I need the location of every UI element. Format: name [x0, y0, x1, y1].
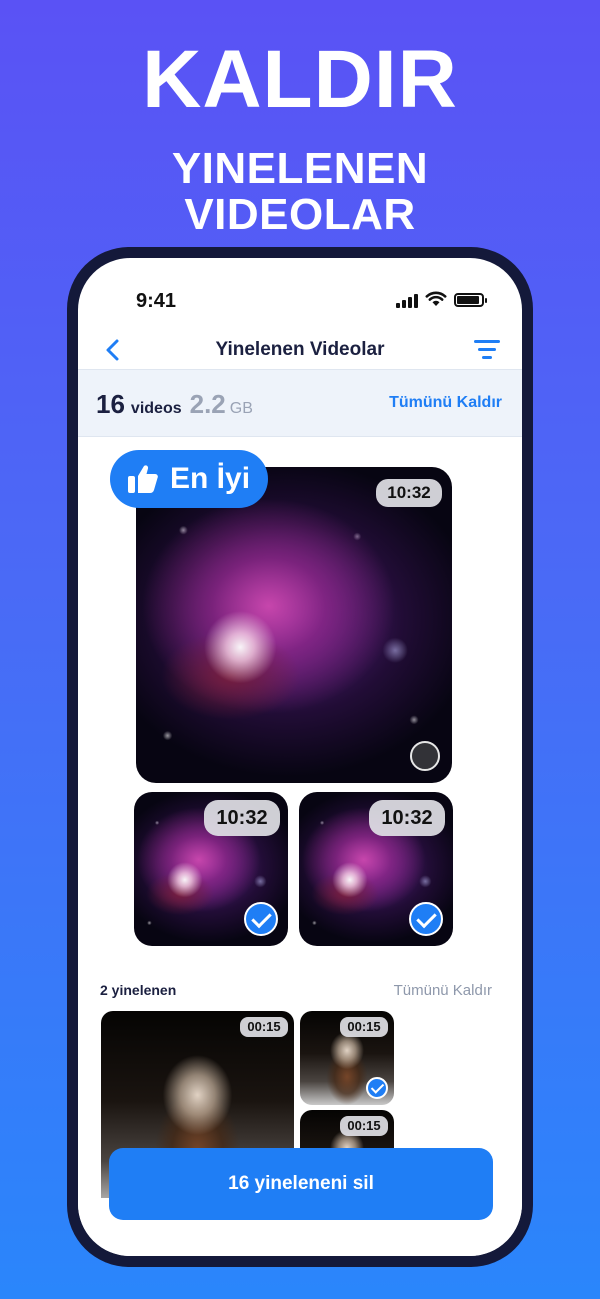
wifi-icon	[425, 291, 447, 306]
group-remove-all-button[interactable]: Tümünü Kaldır	[394, 982, 492, 999]
duration-label: 00:15	[340, 1017, 388, 1037]
duplicate-thumbnail[interactable]: 10:32	[299, 792, 453, 946]
status-time: 9:41	[136, 290, 177, 312]
duration-label: 00:15	[340, 1116, 388, 1136]
phone-frame: 9:41 Yinelenen Videolar 16 videos 2.2 GB…	[67, 247, 533, 1267]
promo-subheadline: YINELENEN VIDEOLAR	[0, 146, 600, 238]
thumbs-up-icon	[128, 465, 158, 493]
promo-subheadline-line1: YINELENEN	[171, 144, 429, 193]
group-header: 2 yinelenen Tümünü Kaldır	[78, 982, 522, 1002]
select-radio[interactable]	[410, 741, 440, 771]
filter-icon[interactable]	[474, 340, 500, 360]
nav-bar: Yinelenen Videolar	[78, 328, 522, 372]
battery-icon	[454, 293, 487, 307]
app-screen: 9:41 Yinelenen Videolar 16 videos 2.2 GB…	[78, 258, 522, 1256]
group-video-thumbnail[interactable]: 00:15	[300, 1011, 394, 1105]
page-title: Yinelenen Videolar	[215, 339, 385, 360]
selected-checkmark-icon[interactable]	[366, 1077, 388, 1099]
duration-label: 10:32	[376, 479, 442, 507]
promo-subheadline-line2: VIDEOLAR	[184, 190, 416, 239]
delete-duplicates-button[interactable]: 16 yineleneni sil	[109, 1148, 493, 1220]
group-label: 2 yinelenen	[100, 982, 177, 998]
best-badge-label: En İyi	[170, 462, 251, 495]
promo-headline: KALDIR	[142, 34, 458, 125]
total-size: 2.2	[189, 389, 226, 419]
video-count-unit: videos	[130, 400, 182, 417]
summary-stats: 16 videos 2.2 GB	[96, 389, 253, 420]
best-badge: En İyi	[110, 450, 269, 508]
best-video-thumbnail[interactable]: 10:32	[136, 467, 452, 783]
total-size-unit: GB	[229, 400, 253, 417]
cellular-signal-icon	[396, 294, 418, 308]
status-bar: 9:41	[78, 290, 522, 314]
summary-bar: 16 videos 2.2 GB Tümünü Kaldır	[78, 369, 522, 437]
duration-label: 10:32	[204, 800, 280, 836]
video-count: 16	[96, 389, 125, 419]
duration-label: 00:15	[240, 1017, 288, 1037]
duration-label: 10:32	[369, 800, 445, 836]
selected-checkmark-icon[interactable]	[409, 902, 443, 936]
remove-all-button[interactable]: Tümünü Kaldır	[389, 394, 502, 412]
selected-checkmark-icon[interactable]	[244, 902, 278, 936]
duplicate-thumbnail[interactable]: 10:32	[134, 792, 288, 946]
